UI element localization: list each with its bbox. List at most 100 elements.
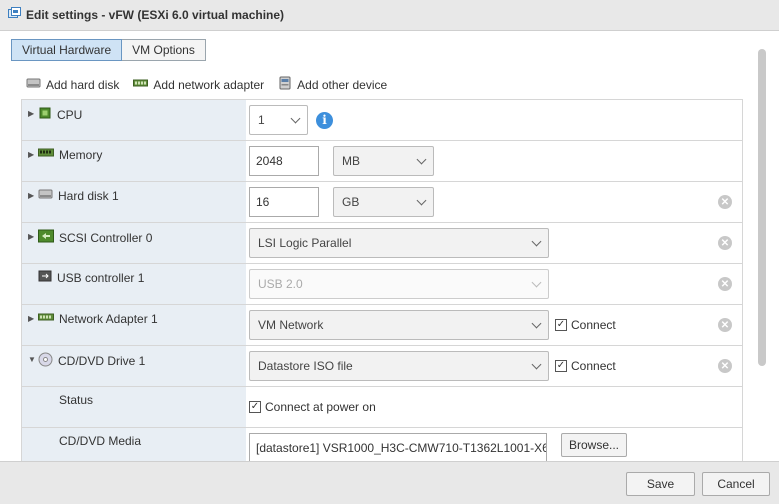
checkbox-checked-icon: ✓ bbox=[555, 319, 567, 331]
network-connect-checkbox[interactable]: ✓ Connect bbox=[555, 318, 616, 332]
tab-virtual-hardware[interactable]: Virtual Hardware bbox=[11, 39, 123, 61]
expand-arrow-icon[interactable]: ▶ bbox=[28, 232, 34, 241]
add-hard-disk-label: Add hard disk bbox=[46, 77, 120, 92]
hardware-row-memory: ▶ Memory 2048 MB bbox=[22, 141, 742, 182]
cpu-label: CPU bbox=[57, 107, 83, 122]
connect-at-power-on-label: Connect at power on bbox=[265, 400, 376, 414]
checkbox-checked-icon: ✓ bbox=[555, 360, 567, 372]
row-value-cell: Datastore ISO file ✓ Connect ✕ bbox=[246, 346, 742, 386]
tab-bar: Virtual Hardware VM Options bbox=[11, 39, 206, 61]
row-value-cell: USB 2.0 ✕ bbox=[246, 264, 742, 304]
row-label-cell: ▶ CPU bbox=[22, 100, 246, 140]
expand-arrow-icon[interactable]: ▶ bbox=[28, 109, 34, 118]
usb-type-select: USB 2.0 bbox=[249, 269, 549, 299]
cancel-button[interactable]: Cancel bbox=[702, 472, 770, 496]
dialog-titlebar: Edit settings - vFW (ESXi 6.0 virtual ma… bbox=[0, 0, 779, 31]
add-network-adapter-button[interactable]: Add network adapter bbox=[133, 77, 264, 92]
hardware-grid: ▶ CPU 1 i ▶ Memory 2048 MB ▶ Hard disk 1… bbox=[21, 99, 743, 469]
network-select[interactable]: VM Network bbox=[249, 310, 549, 340]
usb-icon bbox=[38, 270, 52, 285]
row-value-cell: 16 GB ✕ bbox=[246, 182, 742, 222]
checkbox-checked-icon: ✓ bbox=[249, 401, 261, 413]
row-label-cell: ▼ CD/DVD Drive 1 bbox=[22, 346, 246, 386]
network-adapter-label: Network Adapter 1 bbox=[59, 311, 158, 326]
row-label-cell: ▶ SCSI Controller 0 bbox=[22, 223, 246, 263]
hard-disk-icon bbox=[26, 77, 41, 92]
device-toolbar: Add hard disk Add network adapter Add ot… bbox=[26, 76, 401, 93]
status-label: Status bbox=[59, 393, 94, 407]
network-adapter-icon bbox=[38, 311, 54, 326]
row-value-cell: LSI Logic Parallel ✕ bbox=[246, 223, 742, 263]
dialog-title: Edit settings - vFW (ESXi 6.0 virtual ma… bbox=[26, 8, 285, 22]
hard-disk-icon bbox=[38, 188, 53, 203]
remove-device-icon[interactable]: ✕ bbox=[718, 195, 732, 209]
cddvd-label: CD/DVD Drive 1 bbox=[58, 354, 146, 368]
hard-disk-label: Hard disk 1 bbox=[58, 188, 119, 203]
hardware-row-network: ▶ Network Adapter 1 VM Network ✓ Connect… bbox=[22, 305, 742, 346]
disk-unit-value: GB bbox=[342, 195, 360, 209]
connect-at-power-on-checkbox[interactable]: ✓ Connect at power on bbox=[249, 400, 376, 414]
usb-type-value: USB 2.0 bbox=[258, 277, 303, 291]
memory-unit-select[interactable]: MB bbox=[333, 146, 434, 176]
chevron-down-icon bbox=[290, 113, 301, 123]
chevron-down-icon bbox=[531, 236, 542, 246]
add-network-adapter-label: Add network adapter bbox=[153, 77, 265, 92]
dialog-footer: Save Cancel bbox=[0, 461, 779, 504]
save-button[interactable]: Save bbox=[626, 472, 695, 496]
remove-device-icon[interactable]: ✕ bbox=[718, 359, 732, 373]
collapse-arrow-icon[interactable]: ▼ bbox=[28, 355, 36, 364]
add-other-device-button[interactable]: Add other device bbox=[278, 76, 387, 93]
remove-device-icon[interactable]: ✕ bbox=[718, 277, 732, 291]
network-value: VM Network bbox=[258, 318, 324, 332]
usb-label: USB controller 1 bbox=[57, 270, 145, 285]
cddvd-type-value: Datastore ISO file bbox=[258, 359, 353, 373]
media-label: CD/DVD Media bbox=[59, 434, 142, 448]
memory-icon bbox=[38, 147, 54, 162]
chevron-down-icon bbox=[531, 359, 542, 369]
memory-size-input[interactable]: 2048 bbox=[249, 146, 319, 176]
row-label-cell: ▶ Hard disk 1 bbox=[22, 182, 246, 222]
cpu-select[interactable]: 1 bbox=[249, 105, 308, 135]
scsi-label: SCSI Controller 0 bbox=[59, 230, 153, 245]
cddvd-connect-checkbox[interactable]: ✓ Connect bbox=[555, 359, 616, 373]
memory-label: Memory bbox=[59, 147, 103, 162]
info-icon[interactable]: i bbox=[316, 111, 333, 129]
row-value-cell: VM Network ✓ Connect ✕ bbox=[246, 305, 742, 345]
add-hard-disk-button[interactable]: Add hard disk bbox=[26, 77, 119, 92]
remove-device-icon[interactable]: ✕ bbox=[718, 318, 732, 332]
cpu-icon bbox=[38, 106, 52, 123]
scrollbar-thumb[interactable] bbox=[758, 49, 766, 366]
hardware-row-cddvd: ▼ CD/DVD Drive 1 Datastore ISO file ✓ Co… bbox=[22, 346, 742, 387]
cddvd-connect-label: Connect bbox=[571, 359, 616, 373]
cd-dvd-icon bbox=[38, 352, 53, 370]
expand-arrow-icon[interactable]: ▶ bbox=[28, 191, 34, 200]
device-icon bbox=[278, 76, 292, 93]
remove-device-icon[interactable]: ✕ bbox=[718, 236, 732, 250]
iso-path-input[interactable]: [datastore1] VSR1000_H3C-CMW710-T1362L10… bbox=[249, 433, 547, 463]
chevron-down-icon bbox=[531, 318, 542, 328]
browse-button[interactable]: Browse... bbox=[561, 433, 627, 457]
disk-unit-select[interactable]: GB bbox=[333, 187, 434, 217]
network-connect-label: Connect bbox=[571, 318, 616, 332]
row-label-cell: ▶ Network Adapter 1 bbox=[22, 305, 246, 345]
chevron-down-icon bbox=[531, 277, 542, 287]
expand-arrow-icon[interactable]: ▶ bbox=[28, 150, 34, 159]
tab-vm-options[interactable]: VM Options bbox=[122, 39, 206, 61]
scsi-type-select[interactable]: LSI Logic Parallel bbox=[249, 228, 549, 258]
cddvd-type-select[interactable]: Datastore ISO file bbox=[249, 351, 549, 381]
row-value-cell: 1 i bbox=[246, 100, 742, 140]
scsi-controller-icon bbox=[38, 229, 54, 246]
row-value-cell: ✓ Connect at power on bbox=[246, 387, 742, 427]
vm-settings-icon bbox=[8, 7, 21, 23]
row-label-cell: USB controller 1 bbox=[22, 264, 246, 304]
chevron-down-icon bbox=[416, 154, 427, 164]
row-label-cell: ▶ Memory bbox=[22, 141, 246, 181]
network-adapter-icon bbox=[133, 77, 149, 92]
hardware-row-cpu: ▶ CPU 1 i bbox=[22, 100, 742, 141]
expand-arrow-icon[interactable]: ▶ bbox=[28, 314, 34, 323]
disk-size-input[interactable]: 16 bbox=[249, 187, 319, 217]
hardware-row-scsi: ▶ SCSI Controller 0 LSI Logic Parallel ✕ bbox=[22, 223, 742, 264]
cpu-value: 1 bbox=[258, 113, 265, 127]
row-label-cell: Status bbox=[22, 387, 246, 427]
memory-unit-value: MB bbox=[342, 154, 360, 168]
